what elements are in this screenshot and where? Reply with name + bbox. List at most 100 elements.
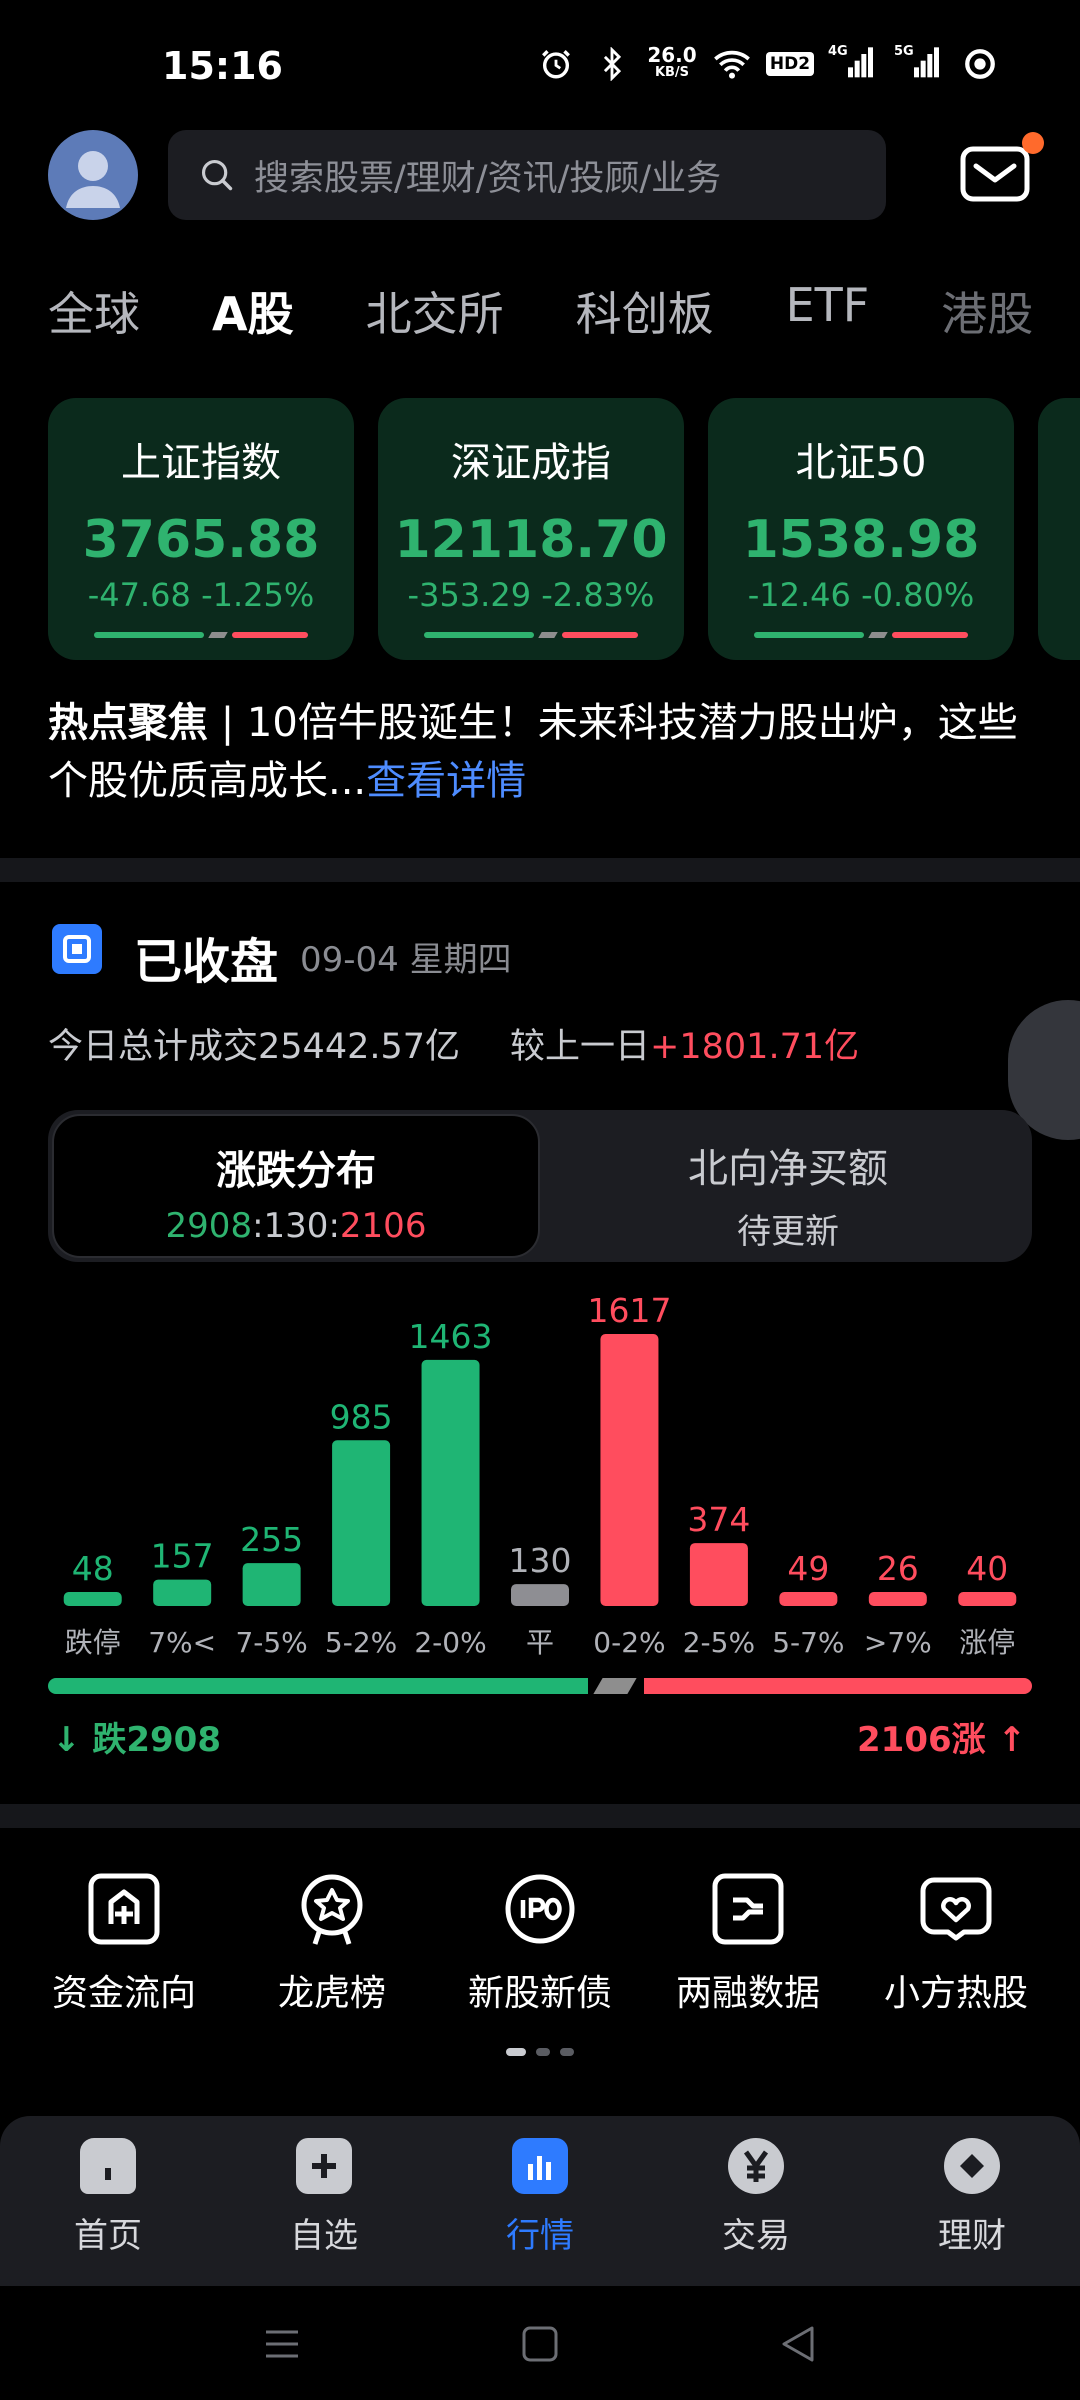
ratio-sep: :	[252, 1206, 264, 1246]
quick-entry-label: 新股新债	[467, 1973, 612, 2014]
quick-entry-fund-flow[interactable]: 资金流向	[24, 1872, 224, 2016]
quick-entry-margin[interactable]: 两融数据	[648, 1872, 848, 2016]
page-indicator	[506, 2048, 574, 2056]
chart-category-label: 0-2%	[593, 1626, 665, 1659]
index-card-sse[interactable]: 上证指数 3765.88 -47.68 -1.25%	[48, 398, 354, 660]
page-dot	[506, 2048, 526, 2056]
view-details-link[interactable]: 查看详情	[366, 758, 526, 804]
chart-value-label: 48	[72, 1549, 114, 1588]
tab-global[interactable]: 全球	[48, 278, 140, 348]
quick-entry-label: 小方热股	[883, 1973, 1028, 2014]
tab-etf[interactable]: ETF	[786, 278, 870, 348]
chart-bar	[511, 1584, 569, 1606]
nav-label: 交易	[722, 2216, 790, 2256]
user-avatar[interactable]	[48, 130, 138, 220]
chart-bar	[153, 1579, 212, 1606]
chart-bar	[332, 1440, 391, 1606]
fall-total: ↓ 跌2908	[52, 1712, 221, 1761]
chart-bar	[421, 1359, 480, 1606]
quick-entries: 资金流向 龙虎榜 新股新债 两融数据 小方热股	[0, 1872, 1080, 2016]
chart-category-label: 涨停	[959, 1626, 1015, 1659]
chart-bar	[868, 1592, 927, 1606]
index-card-bse50[interactable]: 北证50 1538.98 -12.46 -0.80%	[708, 398, 1014, 660]
chart-category-label: 7-5%	[235, 1626, 307, 1659]
net1-label: 4G	[828, 44, 848, 59]
rise-fall-distribution-chart: 48 跌停 157 7%< 255 7-5% 985 5-2% 1463 2-0% 130 平 1617…	[63, 1291, 1017, 1659]
search-bar[interactable]: 搜索股票/理财/资讯/投顾/业务	[168, 130, 886, 220]
hot-news-separator: |	[208, 700, 247, 746]
index-breadth-bar	[94, 632, 308, 638]
compare-value: +1801.71亿	[650, 1027, 860, 1067]
menu-icon[interactable]	[262, 2324, 302, 2364]
bluetooth-icon	[592, 44, 632, 84]
nav-label: 首页	[74, 2216, 142, 2256]
chart-value-label: 374	[687, 1500, 750, 1539]
chart-value-label: 255	[240, 1520, 303, 1559]
nav-watchlist[interactable]: 自选	[234, 2116, 414, 2286]
system-navigation-bar	[0, 2286, 1080, 2400]
tab-a-shares[interactable]: A股	[212, 278, 294, 348]
nav-wealth[interactable]: 理财	[882, 2116, 1062, 2286]
fund-flow-icon	[88, 1873, 160, 1945]
turnover-label: 今日总计成交	[48, 1027, 259, 1067]
page-dot	[560, 2048, 574, 2056]
back-icon[interactable]	[778, 2324, 818, 2364]
status-icons: 26.0 KB/S HD2 4G 5G	[536, 44, 1000, 84]
ipo-icon	[505, 1874, 575, 1944]
chart-category-label: 2-0%	[414, 1626, 486, 1659]
hot-stock-icon	[920, 1877, 992, 1941]
index-name: 上证指数	[121, 440, 281, 486]
index-name: 深证成指	[451, 440, 611, 486]
hd-label: HD2	[765, 52, 815, 76]
index-card-szse[interactable]: 深证成指 12118.70 -353.29 -2.83%	[378, 398, 684, 660]
chart-value-label: 130	[509, 1541, 572, 1580]
rise-fall-breadth-bar	[48, 1678, 1032, 1694]
fall-arrow-icon: ↓	[52, 1720, 81, 1760]
quick-entry-label: 资金流向	[51, 1973, 196, 2014]
search-placeholder: 搜索股票/理财/资讯/投顾/业务	[254, 158, 722, 199]
nav-trade[interactable]: 交易	[666, 2116, 846, 2286]
ratio-sep: :	[328, 1206, 340, 1246]
index-cards: 上证指数 3765.88 -47.68 -1.25% 深证成指 12118.70…	[48, 398, 1080, 660]
index-change: -353.29 -2.83%	[407, 576, 655, 614]
mail-icon	[960, 146, 1030, 202]
hot-news[interactable]: 热点聚焦 | 10倍牛股诞生！未来科技潜力股出炉，这些个股优质高成长...查看详…	[48, 694, 1028, 810]
index-breadth-bar	[424, 632, 638, 638]
bottom-navigation: 首页 自选 行情 交易 理财	[0, 2116, 1080, 2286]
tab-rise-fall-distribution[interactable]: 涨跌分布 2908:130:2106	[52, 1114, 540, 1258]
chart-value-label: 26	[877, 1549, 919, 1588]
page-dot	[536, 2048, 550, 2056]
market-status-title: 已收盘	[134, 934, 279, 990]
nav-market[interactable]: 行情	[450, 2116, 630, 2286]
quick-entry-ipo[interactable]: 新股新债	[440, 1872, 640, 2016]
tab-star-market[interactable]: 科创板	[576, 278, 714, 348]
chart-bar	[63, 1592, 122, 1606]
tab-northbound-net-buy[interactable]: 北向净买额 待更新	[544, 1114, 1032, 1258]
section-divider	[0, 858, 1080, 882]
segment-title: 北向净买额	[688, 1146, 888, 1192]
rise-arrow-icon: ↑	[997, 1720, 1027, 1760]
home-nav-icon[interactable]	[520, 2324, 560, 2364]
rise-total: 2106涨 ↑	[857, 1712, 1026, 1761]
battery-ring-icon	[960, 44, 1000, 84]
turnover-summary: 今日总计成交25442.57亿 较上一日+1801.71亿	[48, 1018, 859, 1069]
chart-value-label: 49	[787, 1549, 829, 1588]
net2-label: 5G	[894, 44, 914, 59]
index-card-partial[interactable]	[1038, 398, 1080, 660]
nav-home[interactable]: 首页	[18, 2116, 198, 2286]
quick-entry-hot-stock[interactable]: 小方热股	[856, 1872, 1056, 2016]
index-name: 北证50	[795, 440, 927, 486]
margin-data-icon	[712, 1873, 784, 1945]
tab-bse[interactable]: 北交所	[366, 278, 504, 348]
message-button[interactable]	[960, 146, 1030, 202]
net-speed: 26.0 KB/S	[647, 44, 696, 84]
chart-category-label: 7%<	[148, 1626, 216, 1659]
quick-entry-dragon-tiger[interactable]: 龙虎榜	[232, 1872, 432, 2016]
user-icon	[66, 151, 120, 208]
net-speed-unit: KB/S	[654, 65, 690, 80]
signal-5g-icon: 5G	[894, 44, 944, 84]
distribution-segment: 涨跌分布 2908:130:2106 北向净买额 待更新	[48, 1110, 1032, 1262]
home-icon	[80, 2138, 136, 2194]
index-change: -12.46 -0.80%	[747, 576, 975, 614]
tab-hk[interactable]: 港股	[941, 278, 1033, 348]
